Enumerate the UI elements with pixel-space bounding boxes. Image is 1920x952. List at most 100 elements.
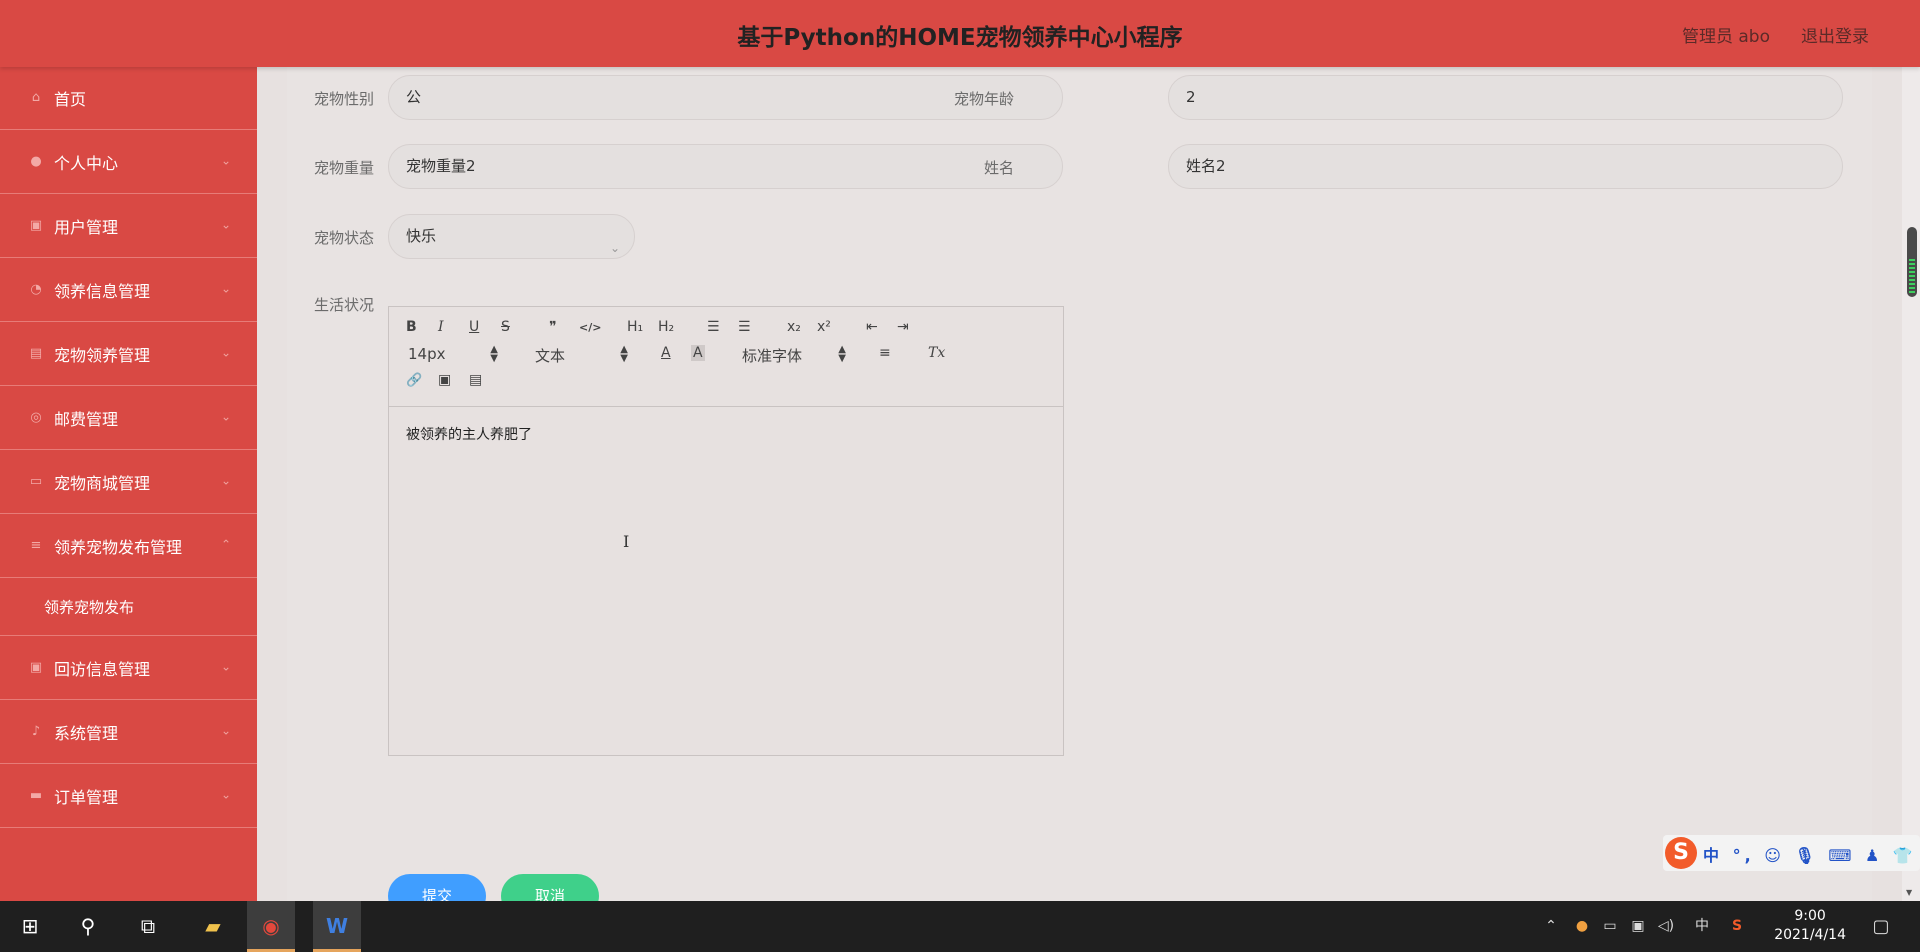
sidebar-item-label: 回访信息管理: [54, 660, 151, 679]
app-title: 基于Python的HOME宠物领养中心小程序: [737, 25, 1183, 51]
home-icon: ⌂: [31, 90, 41, 105]
align-icon[interactable]: ≡: [879, 345, 891, 361]
notification-icon[interactable]: ▢: [1866, 901, 1896, 952]
clock-time: 9:00: [1794, 908, 1826, 924]
user-icon: ●: [30, 154, 42, 169]
quote-button[interactable]: ❞: [549, 319, 557, 335]
clock-date: 2021/4/14: [1774, 927, 1846, 943]
menu-icon: ≡: [30, 538, 42, 553]
subscript-button[interactable]: x₂: [787, 319, 801, 335]
editor-paragraph: 被领养的主人养肥了: [406, 427, 532, 443]
sidebar-subitem-pet-publish[interactable]: 领养宠物发布: [0, 579, 257, 636]
chevron-down-icon: ⌄: [220, 659, 231, 674]
search-icon[interactable]: ⚲: [64, 901, 112, 952]
sidebar-item-personal-center[interactable]: ● 个人中心 ⌄: [0, 131, 257, 194]
sidebar-subitem-label: 领养宠物发布: [44, 598, 135, 617]
file-explorer-icon[interactable]: ▰: [189, 901, 237, 952]
weight-label: 宠物重量: [313, 159, 374, 177]
vertical-scrollbar[interactable]: ▼: [1902, 67, 1920, 901]
name-field[interactable]: 姓名2: [1168, 144, 1843, 189]
block-type-value: 文本: [535, 347, 566, 365]
logout-link[interactable]: 退出登录: [1801, 22, 1869, 47]
rich-text-editor: B I U S ❞ </> H₁ H₂ ☰ ☰ x₂ x² ⇤ ⇥ 14px ▲…: [388, 306, 1064, 756]
battery-icon[interactable]: ▭: [1598, 901, 1622, 952]
video-icon[interactable]: ▤: [469, 372, 482, 388]
status-select-value: 快乐: [406, 227, 437, 245]
sidebar-item-label: 宠物商城管理: [54, 474, 151, 493]
scroll-down-arrow-icon[interactable]: ▼: [1906, 888, 1912, 897]
indent-icon[interactable]: ⇥: [897, 319, 909, 335]
font-size-value: 14px: [408, 345, 446, 363]
font-size-select[interactable]: 14px ▲ ▼: [408, 344, 498, 364]
ime-status[interactable]: 中 °, ☺ 🎙 ⌨ ♟ 👕 ▦: [1703, 842, 1920, 866]
updown-arrow-icon: ▲ ▼: [490, 344, 498, 364]
sidebar-item-label: 系统管理: [54, 724, 119, 743]
editor-content[interactable]: 被领养的主人养肥了: [389, 408, 1063, 756]
cancel-button[interactable]: 取消: [501, 874, 599, 901]
code-button[interactable]: </>: [579, 321, 601, 334]
sogou-logo-icon[interactable]: S: [1665, 837, 1697, 869]
status-label: 宠物状态: [313, 229, 374, 247]
strike-button[interactable]: S: [501, 319, 510, 335]
chevron-down-icon: ⌄: [220, 217, 231, 232]
taskbar: ⊞ ⚲ ⧉ ▰ ◉ W ⌃ ● ▭ ▣ ◁) 中 S 9:00 2021/4/1…: [0, 901, 1920, 952]
underline-button[interactable]: U: [469, 319, 479, 335]
windows-start-icon[interactable]: ⊞: [6, 901, 54, 952]
chrome-icon[interactable]: ◉: [247, 901, 295, 952]
font-family-select[interactable]: 标准字体 ▲ ▼: [742, 345, 846, 366]
italic-button[interactable]: I: [438, 319, 444, 335]
sidebar-item-label: 领养信息管理: [54, 282, 151, 301]
chat-icon: ▭: [29, 474, 43, 489]
sidebar-item-label: 邮费管理: [54, 410, 119, 429]
clear-format-button[interactable]: Tx: [928, 345, 945, 361]
main-content: 宠物性别 公 宠物年龄 2 宠物重量 宠物重量2 姓名 姓名2 宠物状态 快乐 …: [257, 67, 1902, 901]
sidebar-item-label: 领养宠物发布管理: [54, 538, 183, 557]
ordered-list-icon[interactable]: ☰: [707, 319, 720, 335]
sidebar-item-postage[interactable]: ◎ 邮费管理 ⌄: [0, 387, 257, 450]
chevron-down-icon: ⌄: [220, 281, 231, 296]
sidebar-item-adoption-info[interactable]: ◔ 领养信息管理 ⌄: [0, 259, 257, 322]
submit-button[interactable]: 提交: [388, 874, 486, 901]
sogou-tray-icon[interactable]: S: [1724, 901, 1750, 952]
age-field[interactable]: 2: [1168, 75, 1843, 120]
image-icon[interactable]: ▣: [438, 372, 451, 388]
word-icon[interactable]: W: [313, 901, 361, 952]
block-type-select[interactable]: 文本 ▲ ▼: [535, 345, 628, 366]
h1-button[interactable]: H₁: [627, 319, 643, 335]
sidebar-item-system[interactable]: ♪ 系统管理 ⌄: [0, 701, 257, 764]
updown-arrow-icon: ▲ ▼: [838, 344, 846, 364]
background-color-button[interactable]: A: [691, 345, 705, 361]
bold-button[interactable]: B: [406, 319, 417, 335]
bullet-list-icon[interactable]: ☰: [738, 319, 751, 335]
sidebar-item-pet-shop[interactable]: ▭ 宠物商城管理 ⌄: [0, 451, 257, 514]
table-icon: ▤: [29, 346, 43, 361]
sidebar-item-user-management[interactable]: ▣ 用户管理 ⌄: [0, 195, 257, 258]
font-color-button[interactable]: A: [661, 345, 671, 361]
sidebar-item-pet-publish[interactable]: ≡ 领养宠物发布管理 ⌃: [0, 515, 257, 578]
volume-icon[interactable]: ◁): [1654, 901, 1678, 952]
superscript-button[interactable]: x²: [817, 319, 831, 335]
network-icon[interactable]: ▣: [1626, 901, 1650, 952]
ticket-icon: ▬: [29, 788, 43, 803]
link-icon[interactable]: 🔗: [406, 373, 422, 388]
gender-label: 宠物性别: [313, 90, 374, 108]
qq-icon[interactable]: ●: [1570, 901, 1594, 952]
sidebar-item-return-visit[interactable]: ▣ 回访信息管理 ⌄: [0, 637, 257, 700]
ime-toolbar[interactable]: S 中 °, ☺ 🎙 ⌨ ♟ 👕 ▦: [1663, 835, 1920, 871]
life-label: 生活状况: [313, 296, 374, 314]
sidebar-item-label: 用户管理: [54, 218, 119, 237]
scrollbar-grip: [1909, 259, 1915, 295]
system-clock[interactable]: 9:00 2021/4/14: [1774, 907, 1846, 945]
sidebar-item-orders[interactable]: ▬ 订单管理 ⌄: [0, 765, 257, 828]
tray-expand-icon[interactable]: ⌃: [1538, 901, 1564, 952]
task-view-icon[interactable]: ⧉: [124, 901, 172, 952]
chevron-down-icon: ⌄: [220, 153, 231, 168]
sidebar-item-pet-adoption[interactable]: ▤ 宠物领养管理 ⌄: [0, 323, 257, 386]
editor-toolbar: B I U S ❞ </> H₁ H₂ ☰ ☰ x₂ x² ⇤ ⇥ 14px ▲…: [389, 307, 1063, 407]
h2-button[interactable]: H₂: [658, 319, 674, 335]
input-language[interactable]: 中: [1690, 901, 1714, 952]
outdent-icon[interactable]: ⇤: [866, 319, 878, 335]
sidebar-item-home[interactable]: ⌂ 首页: [0, 67, 257, 130]
clipboard-icon: ▣: [29, 660, 43, 675]
status-select[interactable]: 快乐 ⌄: [388, 214, 635, 259]
